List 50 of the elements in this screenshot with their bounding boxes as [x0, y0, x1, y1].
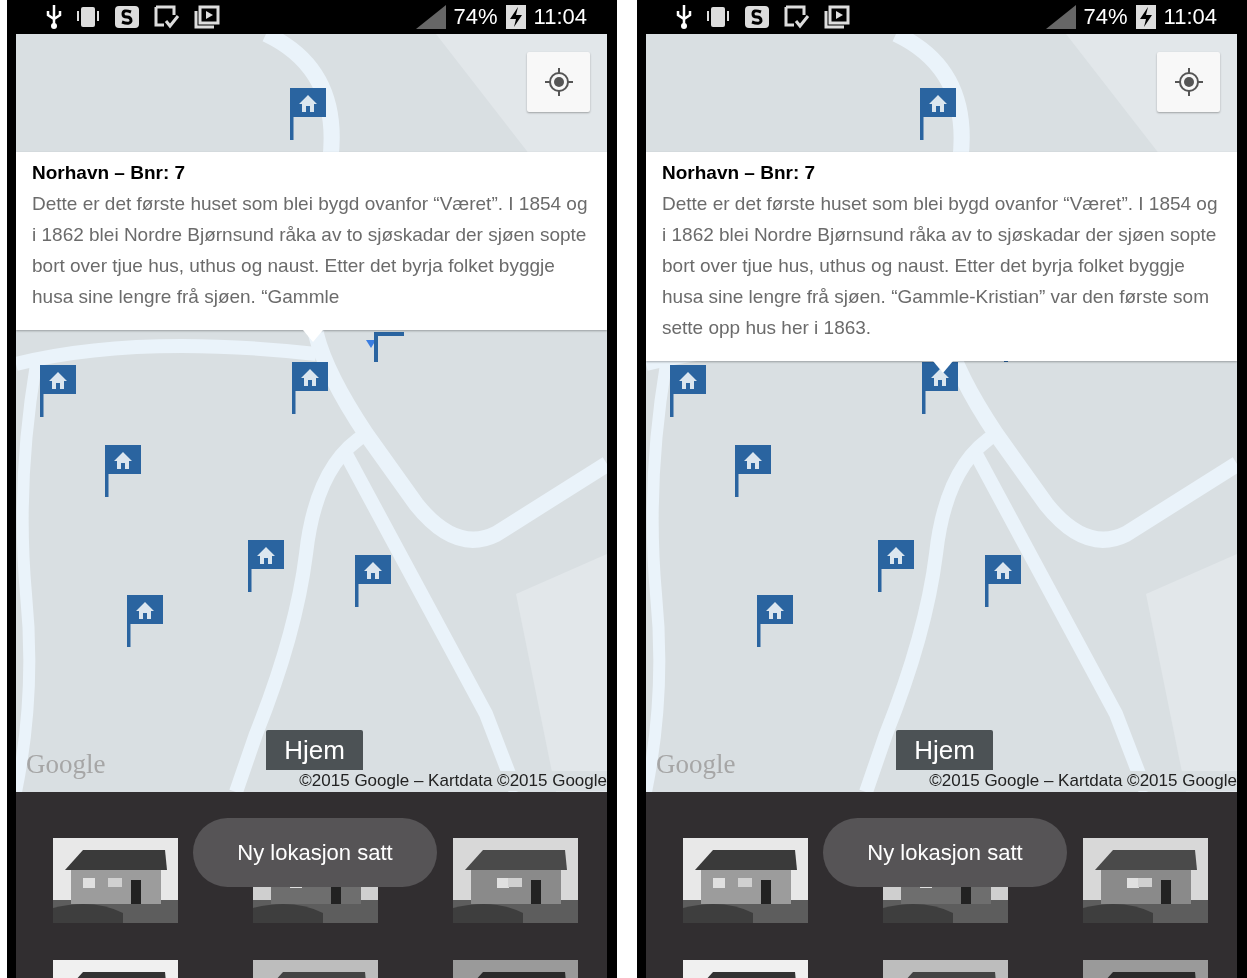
clock-time: 11:04 — [1163, 6, 1217, 28]
my-location-button[interactable] — [1157, 52, 1220, 112]
toast-message: Ny lokasjon satt — [823, 818, 1067, 887]
house-flag-icon[interactable] — [878, 540, 916, 592]
download-icon — [784, 5, 810, 29]
info-description: Dette er det første huset som blei bygd ovanfor “Været”. I 1854 og i 1862 blei Nordre Bjørnsund råka av to sjøskadar der sjøen sopte bort over tjue hus, uthus og naust. Etter det byrja folket byggje husa sine lengre frå sjøen. “Gammle-Kristian” var den første som sette opp hus her i 1863. — [662, 192, 1219, 340]
info-window[interactable] — [646, 152, 1237, 361]
clock-time: 11:04 — [533, 6, 587, 28]
location-target-icon — [543, 67, 574, 97]
house-flag-icon[interactable] — [920, 88, 958, 140]
house-flag-icon[interactable] — [735, 445, 773, 497]
house-flag-icon[interactable] — [757, 595, 795, 647]
house-flag-icon[interactable] — [290, 88, 328, 140]
usb-icon — [676, 5, 692, 29]
house-flag-icon[interactable] — [670, 365, 708, 417]
battery-percentage: 74% — [453, 6, 498, 28]
info-title: Norhavn – Bnr: 7 — [662, 162, 817, 184]
info-description: Dette er det første huset som blei bygd ovanfor “Været”. I 1854 og i 1862 blei Nordre Bjørnsund råka av to sjøskadar der sjøen sopte bort over tjue hus, uthus og naust. Etter det byrja folket byggje husa sine lengre frå sjøen. “Gammle — [32, 192, 589, 309]
video-icon — [824, 5, 850, 29]
google-logo: Google — [26, 749, 106, 780]
phone-icon — [76, 5, 100, 29]
callout-tail — [933, 361, 953, 373]
toast-message: Ny lokasjon satt — [193, 818, 437, 887]
location-target-icon — [1173, 67, 1204, 97]
charging-icon — [505, 5, 526, 29]
usb-icon — [46, 5, 62, 29]
house-flag-icon[interactable] — [985, 555, 1023, 607]
signal-icon — [1045, 5, 1076, 29]
my-location-button[interactable] — [527, 52, 590, 112]
home-button[interactable]: Hjem — [266, 730, 363, 770]
video-icon — [194, 5, 220, 29]
house-flag-icon[interactable] — [922, 362, 960, 414]
house-flag-icon[interactable] — [105, 445, 143, 497]
house-flag-icon[interactable] — [127, 595, 165, 647]
callout-tail — [303, 330, 323, 342]
download-icon — [154, 5, 180, 29]
home-button[interactable]: Hjem — [896, 730, 993, 770]
charging-icon — [1135, 5, 1156, 29]
app-icon — [114, 5, 140, 29]
house-flag-icon[interactable] — [248, 540, 286, 592]
phone-icon — [706, 5, 730, 29]
house-flag-icon[interactable] — [292, 362, 330, 414]
battery-percentage: 74% — [1083, 6, 1128, 28]
house-flag-icon[interactable] — [40, 365, 78, 417]
google-logo: Google — [656, 749, 736, 780]
signal-icon — [415, 5, 446, 29]
info-window[interactable] — [16, 152, 607, 330]
info-title: Norhavn – Bnr: 7 — [32, 162, 187, 184]
house-flag-icon[interactable] — [355, 555, 393, 607]
app-icon — [744, 5, 770, 29]
